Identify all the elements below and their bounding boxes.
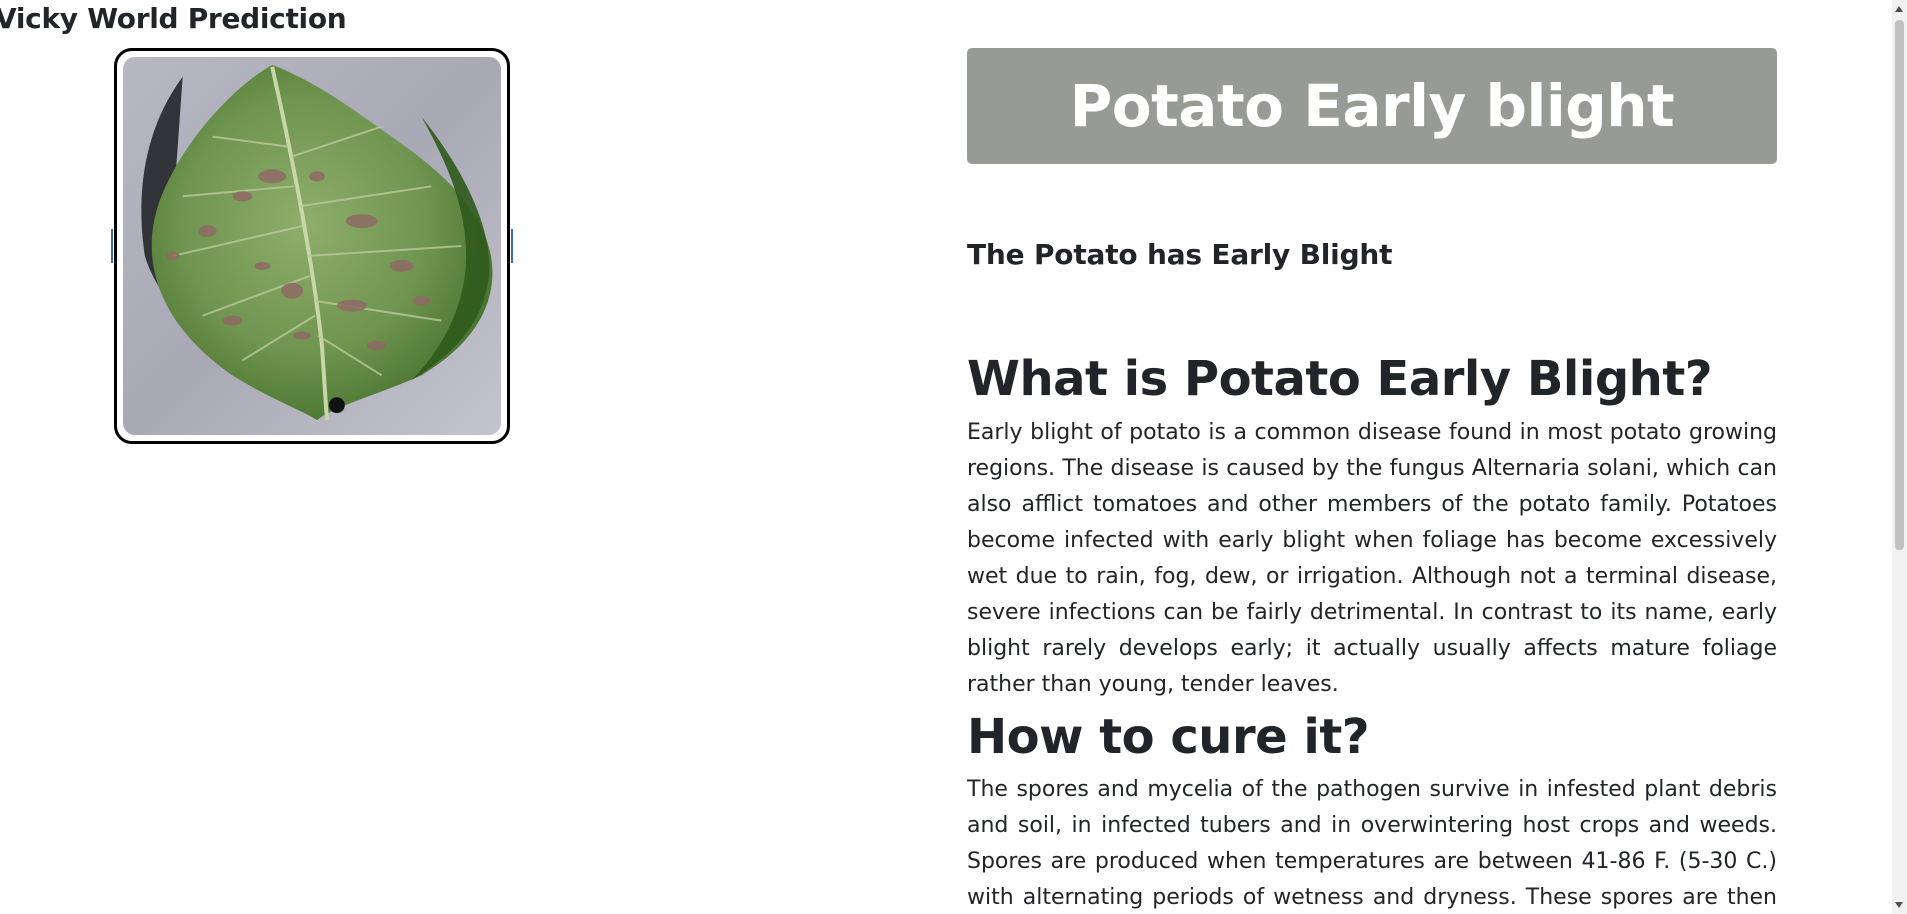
potato-leaf-photo bbox=[123, 57, 501, 435]
scrollbar-thumb[interactable] bbox=[1895, 20, 1904, 550]
scroll-up-arrow-icon[interactable] bbox=[1895, 6, 1903, 12]
scroll-down-arrow-icon[interactable] bbox=[1895, 902, 1903, 908]
vertical-scrollbar[interactable] bbox=[1892, 0, 1907, 914]
section-body-what-is: Early blight of potato is a common disea… bbox=[967, 419, 1777, 697]
section-heading-what-is: What is Potato Early Blight? bbox=[967, 351, 1713, 407]
prediction-label: Potato Early blight bbox=[1069, 72, 1675, 140]
frame-edge-marker-right bbox=[511, 229, 513, 263]
prediction-verdict: The Potato has Early Blight bbox=[967, 238, 1393, 271]
prediction-panel: Potato Early blight The Potato has Early… bbox=[967, 48, 1777, 914]
brand-title: Vicky World Prediction bbox=[0, 2, 347, 35]
page: Vicky World Prediction Potato Early blig… bbox=[0, 0, 1907, 914]
prediction-label-banner: Potato Early blight bbox=[967, 48, 1777, 164]
uploaded-image-frame bbox=[111, 48, 513, 444]
section-body-how-to-cure: The spores and mycelia of the pathogen s… bbox=[967, 777, 1777, 911]
section-heading-how-to-cure: How to cure it? bbox=[967, 708, 1370, 765]
frame-edge-marker-left bbox=[111, 229, 113, 263]
